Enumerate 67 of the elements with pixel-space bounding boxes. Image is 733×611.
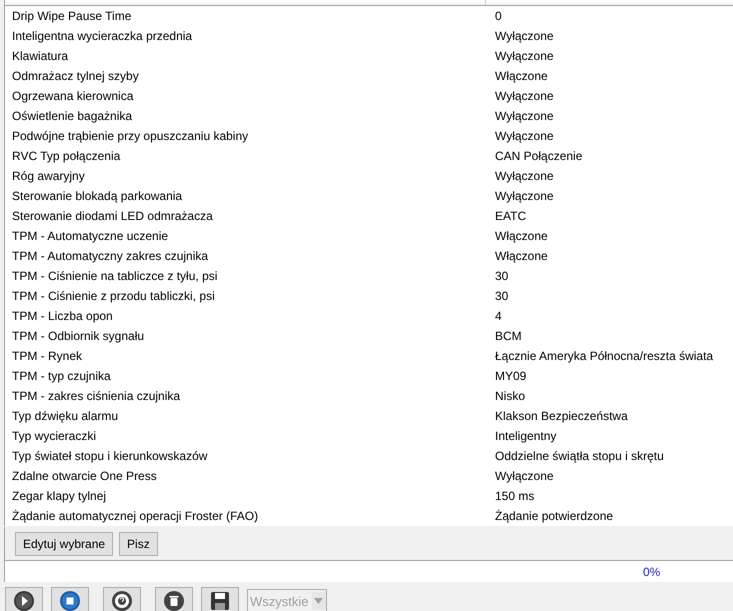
value-cell-text: Wyłączone xyxy=(494,469,555,483)
value-cell-text: 30 xyxy=(494,289,510,303)
help-button[interactable] xyxy=(103,587,141,611)
name-cell-text: TPM - Rynek xyxy=(11,349,84,363)
value-cell-text: Żądanie potwierdzone xyxy=(494,509,614,523)
name-cell-text: TPM - Automatyczny zakres czujnika xyxy=(11,249,210,263)
name-cell-text: Typ dźwięku alarmu xyxy=(11,409,120,423)
value-cell-text: EATC xyxy=(494,209,528,223)
name-cell-text: Sterowanie blokadą parkowania xyxy=(11,189,184,203)
value-cell-text: Wyłączone xyxy=(494,89,555,103)
name-cell-text: TPM - Automatyczne uczenie xyxy=(11,229,170,243)
trash-icon xyxy=(162,589,186,611)
value-cell-text: Nisko xyxy=(494,389,526,403)
name-cell-text: Inteligentna wycieraczka przednia xyxy=(11,29,194,43)
caret-icon xyxy=(314,598,323,604)
name-cell-text: Oświetlenie bagażnika xyxy=(11,109,134,123)
name-cell-text: TPM - zakres ciśnienia czujnika xyxy=(11,389,182,403)
action-button[interactable]: Edytuj wybrane xyxy=(15,532,114,556)
value-cell-text: 150 ms xyxy=(494,489,536,503)
name-cell-text: TPM - typ czujnika xyxy=(11,369,112,383)
name-cell-text: Klawiatura xyxy=(11,49,70,63)
value-cell-text: Klakson Bezpieczeństwa xyxy=(494,409,629,423)
name-cell-text: Typ świateł stopu i kierunkowskazów xyxy=(11,449,208,463)
name-cell-text: TPM - Ciśnienie na tabliczce z tyłu, psi xyxy=(11,269,218,283)
value-cell-text: Włączone xyxy=(494,229,549,243)
name-cell-text: Typ wycieraczki xyxy=(11,429,98,443)
name-cell-text: Zegar klapy tylnej xyxy=(11,489,108,503)
value-cell-text: Włączone xyxy=(494,69,549,83)
value-cell-text: Włączone xyxy=(494,249,549,263)
name-cell-text: Zdalne otwarcie One Press xyxy=(11,469,158,483)
save-button[interactable] xyxy=(201,587,239,611)
value-cell-text: Wyłączone xyxy=(494,49,555,63)
value-cell-text: MY09 xyxy=(494,369,528,383)
value-cell-text: Wyłączone xyxy=(494,129,555,143)
name-cell-text: TPM - Odbiornik sygnału xyxy=(11,329,146,343)
name-cell-text: Róg awaryjny xyxy=(11,169,86,183)
value-cell-text: Wyłączone xyxy=(494,169,555,183)
name-cell-text: Podwójne trąbienie przy opuszczaniu kabiny xyxy=(11,129,250,143)
value-cell-text: Wyłączone xyxy=(494,109,555,123)
value-cell-text: Oddzielne świątła stopu i skrętu xyxy=(494,449,665,463)
value-cell-text: 30 xyxy=(494,269,510,283)
name-cell-text: TPM - Ciśnienie z przodu tabliczki, psi xyxy=(11,289,216,303)
stop-icon xyxy=(58,589,82,611)
action-button[interactable]: Pisz xyxy=(119,532,158,556)
value-cell-text: Wyłączone xyxy=(494,189,555,203)
value-cell-text: Łącznie Ameryka Północna/reszta świata xyxy=(494,349,714,363)
value-cell-text: Wyłączone xyxy=(494,29,555,43)
value-cell-text: 4 xyxy=(494,309,503,323)
delete-button[interactable] xyxy=(155,587,193,611)
help-icon xyxy=(110,589,134,611)
progress-reading: 0% xyxy=(643,564,660,578)
name-cell-text: Ogrzewana kierownica xyxy=(11,89,134,103)
play-icon xyxy=(12,589,36,611)
value-cell-text: Inteligentny xyxy=(494,429,558,443)
value-cell-text: 0 xyxy=(494,9,503,23)
value-cell-text: BCM xyxy=(494,329,523,343)
save-icon xyxy=(208,589,232,611)
name-cell-text: Sterowanie diodami LED odmrażacza xyxy=(11,209,214,223)
name-cell-text: Odmrażacz tylnej szyby xyxy=(11,69,140,83)
value-cell-text: CAN Połączenie xyxy=(494,149,584,163)
stop-button[interactable] xyxy=(51,587,89,611)
name-cell-text: RVC Typ połączenia xyxy=(11,149,122,163)
play-button[interactable] xyxy=(5,587,43,611)
name-cell-text: Drip Wipe Pause Time xyxy=(11,9,132,23)
filter-dropdown: Wszystkie xyxy=(247,589,326,611)
name-cell-text: Żądanie automatycznej operacji Froster (FAO) xyxy=(11,509,260,523)
name-cell-text: TPM - Liczba opon xyxy=(11,309,114,323)
